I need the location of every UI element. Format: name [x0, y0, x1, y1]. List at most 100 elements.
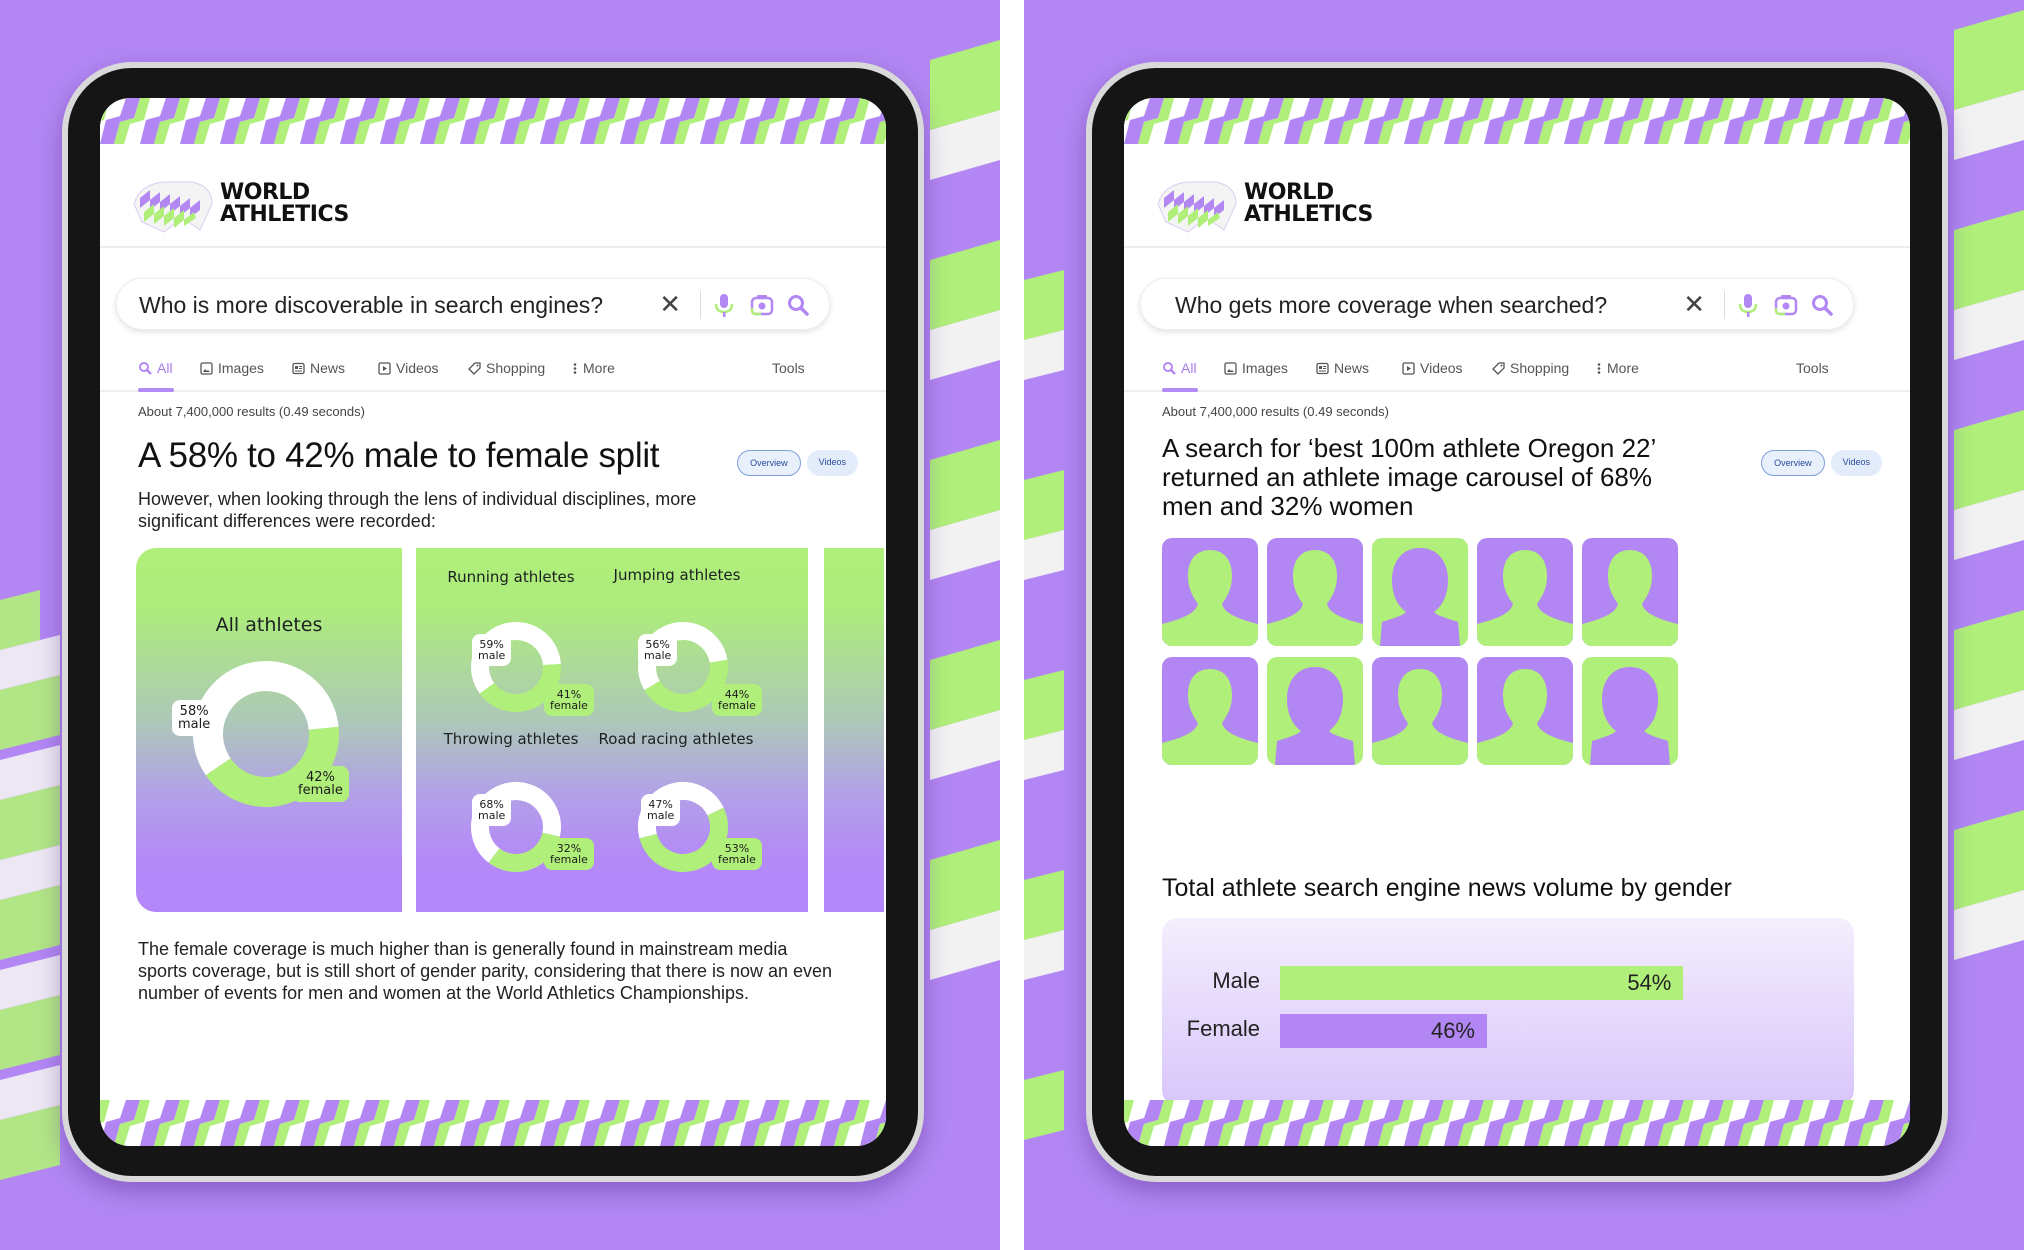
tab-videos[interactable]: Videos — [378, 360, 439, 376]
close-icon[interactable]: ✕ — [1683, 289, 1705, 320]
right-tablet-screen: WORLD ATHLETICS Who gets more coverage w… — [1124, 98, 1910, 1146]
male-value: 59 — [479, 638, 494, 651]
result-chips: Overview Videos — [737, 450, 858, 476]
left-tablet-screen: WORLD ATHLETICS Who is more discoverable… — [100, 98, 886, 1146]
tab-label: Shopping — [1510, 360, 1570, 376]
donut-title: All athletes — [215, 614, 323, 636]
tab-shopping[interactable]: Shopping — [1492, 360, 1569, 376]
donut-label-male: 47% male — [641, 794, 681, 826]
donut-slice-female — [644, 659, 728, 712]
brand-name-line-1: WORLD — [220, 180, 310, 205]
tab-images[interactable]: Images — [1224, 360, 1288, 376]
zigzag-banner-bottom — [100, 1100, 886, 1146]
search-icon[interactable] — [1809, 292, 1835, 318]
male-silhouette-icon — [1477, 550, 1573, 646]
search-input[interactable]: Who is more discoverable in search engin… — [139, 292, 603, 319]
microphone-icon[interactable] — [711, 292, 737, 318]
donut-title-throwing: Throwing athletes — [443, 730, 579, 748]
tab-videos[interactable]: Videos — [1402, 360, 1463, 376]
tab-label: News — [310, 360, 346, 376]
male-value: 58 — [179, 704, 197, 719]
bar-female: 46% — [1280, 1014, 1487, 1048]
microphone-icon[interactable] — [1735, 292, 1761, 318]
donut-label-female: 53% female — [712, 838, 762, 870]
search-bar[interactable]: Who is more discoverable in search engin… — [116, 278, 830, 330]
chip-overview[interactable]: Overview — [737, 450, 801, 476]
tag-icon — [468, 361, 481, 375]
athlete-avatar-female[interactable] — [1267, 657, 1363, 765]
search-separator — [1724, 291, 1725, 319]
search-bar[interactable]: Who gets more coverage when searched? ✕ — [1140, 278, 1854, 330]
image-icon — [200, 361, 213, 375]
more-vertical-icon — [573, 362, 577, 374]
athlete-avatar-male[interactable] — [1162, 538, 1258, 646]
brand-name: WORLD ATHLETICS — [220, 182, 349, 226]
chip-videos[interactable]: Videos — [806, 450, 858, 476]
donut-slice-female — [479, 663, 561, 712]
tools-button[interactable]: Tools — [772, 360, 805, 376]
female-silhouette-icon — [1275, 667, 1355, 765]
search-icon — [139, 362, 152, 375]
zigzag-banner-top — [1124, 98, 1910, 144]
athlete-avatar-female[interactable] — [1372, 538, 1468, 646]
tools-button[interactable]: Tools — [1796, 360, 1829, 376]
athlete-avatar-female[interactable] — [1582, 657, 1678, 765]
athlete-avatar-male[interactable] — [1582, 538, 1678, 646]
tab-all[interactable]: All — [1162, 360, 1197, 376]
female-value: 44 — [724, 688, 739, 701]
female-value: 42 — [305, 770, 323, 785]
bar-male: 54% — [1280, 966, 1684, 1000]
tab-shopping[interactable]: Shopping — [468, 360, 545, 376]
camera-icon[interactable] — [1773, 292, 1799, 318]
tab-news[interactable]: News — [292, 360, 345, 376]
site-header: WORLD ATHLETICS — [100, 144, 886, 248]
carousel-next-card-peek[interactable] — [824, 548, 884, 912]
tab-all[interactable]: All — [138, 360, 173, 376]
camera-icon[interactable] — [749, 292, 775, 318]
athlete-avatar-male[interactable] — [1477, 538, 1573, 646]
tab-images[interactable]: Images — [200, 360, 264, 376]
world-athletics-logo-icon[interactable] — [1154, 178, 1238, 236]
tools-label: Tools — [1796, 360, 1829, 376]
athlete-avatar-male[interactable] — [1477, 657, 1573, 765]
news-icon — [292, 362, 305, 374]
athlete-avatar-male[interactable] — [1372, 657, 1468, 765]
news-icon — [1316, 362, 1329, 374]
male-silhouette-icon — [1477, 669, 1573, 765]
chip-videos[interactable]: Videos — [1830, 450, 1882, 476]
athlete-avatar-male[interactable] — [1267, 538, 1363, 646]
donut-card-all-athletes: All athletes 58% male 42% female — [136, 548, 402, 912]
donut-label-male: 59% male — [472, 634, 512, 666]
donut-title-running: Running athletes — [447, 568, 575, 586]
tab-label: All — [1181, 360, 1197, 376]
search-icon[interactable] — [785, 292, 811, 318]
site-header: WORLD ATHLETICS — [1124, 144, 1910, 248]
tag-icon — [1492, 361, 1505, 375]
zigzag-banner-top — [100, 98, 886, 144]
tab-label: Images — [1242, 360, 1288, 376]
panel-divider — [1000, 0, 1024, 1250]
result-headline: A 58% to 42% male to female split — [138, 436, 660, 475]
search-separator — [700, 291, 701, 319]
world-athletics-logo-icon[interactable] — [130, 178, 214, 236]
zigzag-banner-bottom — [1124, 1100, 1910, 1146]
tab-more[interactable]: More — [1596, 360, 1639, 376]
tab-news[interactable]: News — [1316, 360, 1369, 376]
female-silhouette-icon — [1380, 548, 1460, 646]
bar-value-male: 54% — [1627, 970, 1672, 995]
search-input[interactable]: Who gets more coverage when searched? — [1175, 292, 1607, 319]
close-icon[interactable]: ✕ — [659, 289, 681, 320]
tab-more[interactable]: More — [572, 360, 615, 376]
result-count: About 7,400,000 results (0.49 seconds) — [138, 404, 365, 419]
more-vertical-icon — [1597, 362, 1601, 374]
bar-chart-title: Total athlete search engine news volume … — [1162, 874, 1732, 902]
play-icon — [1402, 361, 1415, 375]
search-tabs: All Images News Videos Shopping More Too… — [1124, 352, 1910, 392]
male-silhouette-icon — [1582, 550, 1678, 646]
athlete-avatar-male[interactable] — [1162, 657, 1258, 765]
brand-name-line-1: WORLD — [1244, 180, 1334, 205]
result-chips: Overview Videos — [1761, 450, 1882, 476]
play-icon — [378, 361, 391, 375]
right-tablet-frame: WORLD ATHLETICS Who gets more coverage w… — [1086, 62, 1948, 1182]
chip-overview[interactable]: Overview — [1761, 450, 1825, 476]
